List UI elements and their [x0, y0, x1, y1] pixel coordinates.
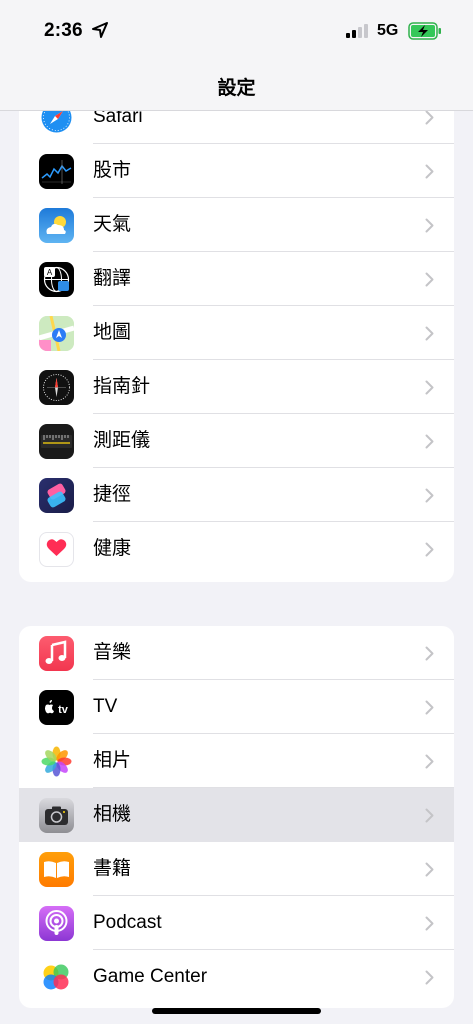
tv-icon: tv [39, 690, 74, 725]
settings-row-label: 音樂 [93, 642, 132, 663]
chevron-right-icon [425, 326, 434, 341]
chevron-right-icon [425, 164, 434, 179]
shortcuts-icon [39, 478, 74, 513]
weather-icon [39, 208, 74, 243]
game-center-icon [39, 960, 74, 995]
chevron-right-icon [425, 754, 434, 769]
chevron-right-icon [425, 646, 434, 661]
settings-row-weather[interactable]: 天氣 [19, 198, 454, 252]
settings-row-label: 測距儀 [93, 430, 151, 451]
settings-row-label: 股市 [93, 160, 132, 181]
stocks-icon [39, 154, 74, 189]
chevron-right-icon [425, 916, 434, 931]
settings-row-translate[interactable]: A 翻譯 [19, 252, 454, 306]
settings-row-measure[interactable]: 測距儀 [19, 414, 454, 468]
settings-row-label: TV [93, 696, 118, 717]
settings-row-label: 捷徑 [93, 484, 132, 505]
chevron-right-icon [425, 488, 434, 503]
measure-icon [39, 424, 74, 459]
books-icon [39, 852, 74, 887]
chevron-right-icon [425, 808, 434, 823]
status-bar-overlay: 2:36 5G [0, 0, 473, 60]
page-title: 設定 [217, 78, 256, 99]
settings-row-shortcuts[interactable]: 捷徑 [19, 468, 454, 522]
camera-icon [39, 798, 74, 833]
podcast-icon [39, 906, 74, 941]
settings-row-music[interactable]: 音樂 [19, 626, 454, 680]
chevron-right-icon [425, 110, 434, 125]
chevron-right-icon [425, 700, 434, 715]
settings-row-maps[interactable]: 地圖 [19, 306, 454, 360]
settings-row-photos[interactable]: 相片 [19, 734, 454, 788]
svg-text:tv: tv [58, 704, 69, 716]
settings-row-label: 天氣 [93, 214, 132, 235]
settings-row-podcast[interactable]: Podcast [19, 896, 454, 950]
music-icon [39, 636, 74, 671]
settings-row-camera[interactable]: 相機 [19, 788, 454, 842]
compass-icon [39, 370, 74, 405]
settings-row-health[interactable]: 健康 [19, 522, 454, 576]
chevron-right-icon [425, 272, 434, 287]
settings-row-books[interactable]: 書籍 [19, 842, 454, 896]
settings-row-label: 書籍 [93, 858, 132, 879]
chevron-right-icon [425, 542, 434, 557]
settings-row-compass[interactable]: 指南針 [19, 360, 454, 414]
settings-row-stocks[interactable]: 股市 [19, 144, 454, 198]
settings-row-label: 翻譯 [93, 268, 132, 289]
maps-icon [39, 316, 74, 351]
settings-group-apps-2: 音樂 tv TV 相片 相機 書籍 Podcast Game Center [19, 626, 454, 1008]
navigation-bar-overlay: 設定 [0, 60, 473, 111]
chevron-right-icon [425, 970, 434, 985]
settings-row-label: 指南針 [93, 376, 151, 397]
chevron-right-icon [425, 218, 434, 233]
status-time: 2:36 [44, 20, 83, 41]
settings-group-apps-1: Safari 股市 天氣 A 翻譯 地圖 指南針 測距儀 捷徑 健康 [19, 90, 454, 582]
settings-row-tv[interactable]: tv TV [19, 680, 454, 734]
home-indicator[interactable] [152, 1008, 321, 1014]
settings-row-label: Podcast [93, 912, 162, 933]
settings-row-label: 相片 [93, 750, 132, 771]
signal-bars-icon [346, 24, 368, 38]
location-arrow-icon [92, 22, 108, 38]
settings-row-label: 健康 [93, 538, 132, 559]
settings-row-game-center[interactable]: Game Center [19, 950, 454, 1004]
health-icon [39, 532, 74, 567]
settings-row-label: 地圖 [93, 322, 132, 343]
chevron-right-icon [425, 862, 434, 877]
chevron-right-icon [425, 434, 434, 449]
translate-icon: A [39, 262, 74, 297]
network-type: 5G [377, 22, 399, 39]
settings-row-label: 相機 [93, 804, 132, 825]
photos-icon [39, 744, 74, 779]
svg-text:A: A [47, 268, 53, 277]
chevron-right-icon [425, 380, 434, 395]
settings-row-label: Game Center [93, 966, 208, 987]
battery-charging-icon [408, 22, 441, 40]
